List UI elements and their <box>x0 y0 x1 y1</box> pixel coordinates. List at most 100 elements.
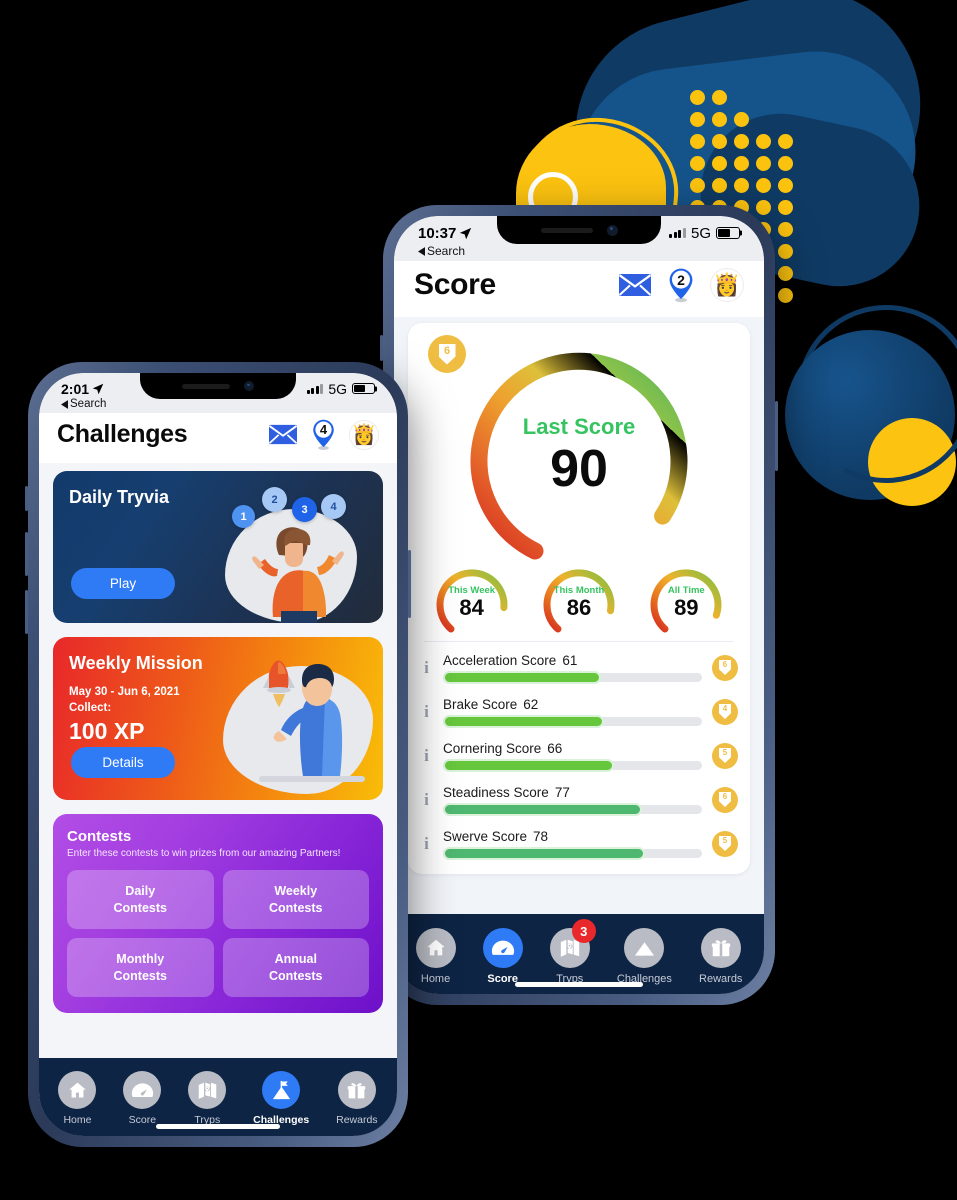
daily-trivia-card[interactable]: Daily Tryvia Play 1 2 3 4 <box>53 471 383 623</box>
grid-dot <box>756 134 771 149</box>
nav-label: Home <box>420 973 451 985</box>
nav-item-challenges[interactable]: Challenges <box>617 928 672 985</box>
phone-volume-down-button[interactable] <box>25 590 28 634</box>
grid-dot <box>778 134 793 149</box>
avatar[interactable]: 👸 <box>349 419 379 450</box>
score-progress-track <box>443 847 702 860</box>
contest-tile-daily[interactable]: Daily Contests <box>67 870 214 929</box>
contest-tile-annual[interactable]: Annual Contests <box>222 938 369 997</box>
score-row[interactable]: i Cornering Score 66 5 <box>420 734 738 778</box>
envelope-icon[interactable] <box>268 424 298 445</box>
score-row-value: 77 <box>554 785 570 800</box>
contest-tile-monthly[interactable]: Monthly Contests <box>67 938 214 997</box>
contest-tile-line1: Annual <box>274 952 317 967</box>
grid-dot <box>734 134 749 149</box>
home-indicator[interactable] <box>156 1124 280 1129</box>
app-header: Challenges 4 👸 <box>39 413 397 463</box>
phone-power-button[interactable] <box>775 401 778 471</box>
contest-tile-line2: Contests <box>113 968 167 983</box>
nav-item-rewards[interactable]: Rewards <box>699 928 742 985</box>
phone-power-button[interactable] <box>408 550 411 618</box>
info-icon[interactable]: i <box>420 702 433 722</box>
info-icon[interactable]: i <box>420 790 433 810</box>
trivia-step-bubble: 4 <box>321 494 346 519</box>
score-row-value: 78 <box>533 829 549 844</box>
score-row[interactable]: i Steadiness Score 77 6 <box>420 778 738 822</box>
map-pin-icon[interactable]: 2 <box>666 267 696 303</box>
challenges-content: Daily Tryvia Play 1 2 3 4 Weekly Mission… <box>39 463 397 1058</box>
score-row-title: Acceleration Score 61 <box>443 653 702 668</box>
status-time-group: 10:37 <box>418 225 472 242</box>
score-row[interactable]: i Acceleration Score 61 6 <box>420 646 738 690</box>
envelope-icon[interactable] <box>618 273 652 297</box>
home-icon <box>415 928 456 968</box>
signal-bars-icon <box>669 228 686 238</box>
man-rocket-illustration <box>213 654 381 800</box>
nav-label: Rewards <box>699 973 743 985</box>
nav-item-rewards[interactable]: Rewards <box>336 1071 378 1126</box>
back-triangle-icon <box>418 246 425 256</box>
nav-item-tryps[interactable]: 3 Tryps <box>549 919 596 985</box>
details-button[interactable]: Details <box>71 747 175 778</box>
gauge-icon <box>482 928 523 968</box>
trivia-step-value: 3 <box>301 503 308 516</box>
mountain-icon <box>624 928 665 968</box>
location-arrow-icon <box>460 227 472 239</box>
score-row-badge-value: 6 <box>722 660 728 669</box>
phone-mute-button[interactable] <box>380 335 383 361</box>
nav-item-score[interactable]: Score <box>123 1071 162 1126</box>
trivia-step-bubble: 2 <box>262 487 287 512</box>
score-progress-track <box>443 715 702 728</box>
back-triangle-icon <box>61 399 68 409</box>
score-row-title: Cornering Score 66 <box>443 741 702 756</box>
phone-volume-up-button[interactable] <box>25 532 28 576</box>
gift-icon <box>700 928 741 968</box>
status-back-to-app[interactable]: Search <box>418 244 740 258</box>
shield-icon: 6 <box>719 660 731 675</box>
score-row[interactable]: i Brake Score 62 4 <box>420 690 738 734</box>
info-icon[interactable]: i <box>420 746 433 766</box>
score-row-badge-value: 6 <box>722 792 728 801</box>
grid-dot <box>712 112 727 127</box>
gauge-icon <box>123 1071 162 1109</box>
contest-tile-line1: Daily <box>125 884 156 899</box>
nav-item-home[interactable]: Home <box>415 928 456 985</box>
grid-dot <box>756 178 771 193</box>
weekly-mission-card[interactable]: Weekly Mission May 30 - Jun 6, 2021 Coll… <box>53 637 383 800</box>
shield-icon: 5 <box>719 748 731 763</box>
info-icon[interactable]: i <box>420 834 433 854</box>
status-time-group: 2:01 <box>61 381 104 397</box>
avatar-glyph: 👸 <box>351 424 377 446</box>
score-row-title: Steadiness Score 77 <box>443 785 702 800</box>
score-content: 6 Last Score 90 This Week 84 This Month … <box>394 317 764 914</box>
nav-item-score[interactable]: Score <box>482 928 523 985</box>
page-title: Challenges <box>57 420 188 448</box>
score-row[interactable]: i Swerve Score 78 5 <box>420 822 738 866</box>
contest-tile-weekly[interactable]: Weekly Contests <box>222 870 369 929</box>
mini-gauge-value: 84 <box>459 595 484 621</box>
bottom-nav: Home Score 3 Tryps Challenges Rewards <box>394 914 764 994</box>
navy-ring-shape <box>775 283 957 505</box>
trivia-step-bubble: 3 <box>292 497 317 522</box>
status-back-to-app[interactable]: Search <box>61 398 375 410</box>
avatar[interactable]: 👸 <box>710 268 744 302</box>
trivia-step-value: 1 <box>240 510 247 523</box>
phone-mute-button[interactable] <box>25 486 28 511</box>
grid-dot <box>690 134 705 149</box>
mini-gauge: This Week 84 <box>426 565 518 635</box>
nav-item-challenges[interactable]: Challenges <box>253 1071 309 1126</box>
page-title: Score <box>414 268 496 301</box>
score-row-title: Swerve Score 78 <box>443 829 702 844</box>
score-progress-fill <box>443 759 614 772</box>
navy-ring-arc-shape <box>775 283 957 505</box>
home-indicator[interactable] <box>515 982 643 987</box>
play-button[interactable]: Play <box>71 568 175 599</box>
score-progress-track <box>443 759 702 772</box>
nav-item-home[interactable]: Home <box>58 1071 97 1126</box>
last-score-gauge: Last Score 90 <box>463 339 695 571</box>
phone-challenges: 2:01 5G Search Challenges 4 👸 Daily Tryv… <box>25 362 411 1147</box>
info-icon[interactable]: i <box>420 658 433 678</box>
nav-item-tryps[interactable]: Tryps <box>188 1071 227 1126</box>
mini-gauge: This Month 86 <box>533 565 625 635</box>
map-pin-icon[interactable]: 4 <box>310 418 337 451</box>
